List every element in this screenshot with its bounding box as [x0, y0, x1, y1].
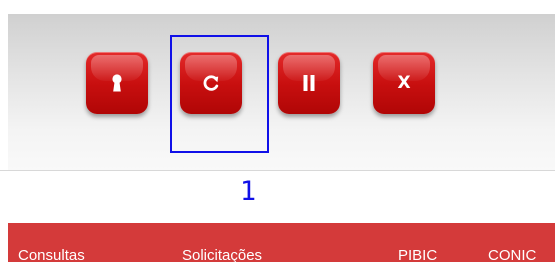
close-icon: X	[397, 72, 411, 93]
pause-button[interactable]	[278, 52, 340, 114]
close-button[interactable]: X	[373, 52, 435, 114]
menu-bar: Consultas Solicitações PIBIC CONIC	[8, 223, 555, 262]
keyhole-icon	[112, 74, 122, 92]
menu-item-consultas[interactable]: Consultas	[18, 247, 85, 262]
reload-button[interactable]	[180, 52, 242, 114]
reload-icon	[203, 75, 219, 91]
divider	[0, 170, 555, 171]
menu-item-conic[interactable]: CONIC	[488, 247, 536, 262]
pause-icon	[303, 75, 315, 91]
annotation-label: 1	[239, 176, 257, 207]
page: X 1 Consultas Solicitações PIBIC CONIC	[0, 0, 555, 262]
menu-item-pibic[interactable]: PIBIC	[398, 247, 437, 262]
lock-button[interactable]	[86, 52, 148, 114]
menu-item-solicitacoes[interactable]: Solicitações	[182, 247, 262, 262]
